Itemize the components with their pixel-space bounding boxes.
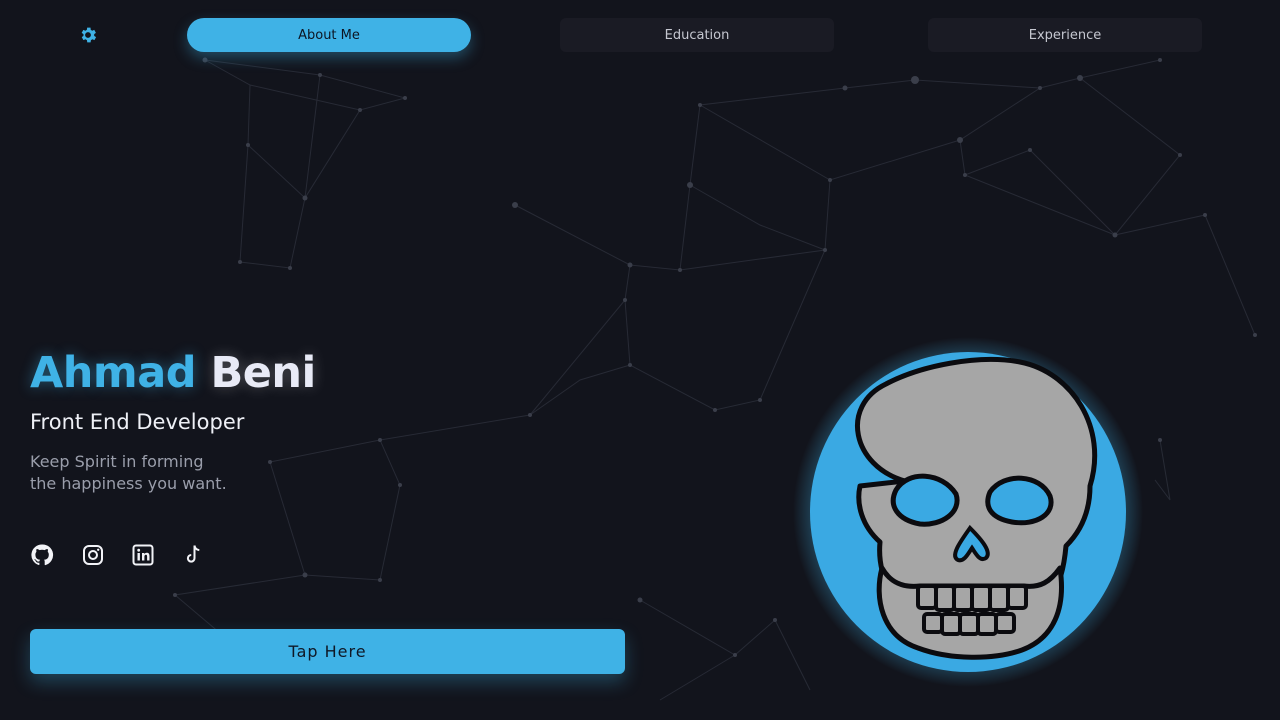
hero-name: Ahmad Beni xyxy=(30,348,316,398)
tiktok-icon[interactable] xyxy=(181,543,205,567)
github-icon[interactable] xyxy=(30,543,54,567)
tagline-line-1: Keep Spirit in forming xyxy=(30,452,204,471)
skull-icon xyxy=(793,337,1143,687)
gear-icon xyxy=(81,27,97,43)
job-title: Front End Developer xyxy=(30,410,245,434)
first-name: Ahmad xyxy=(30,348,197,398)
settings-gear-icon[interactable] xyxy=(76,23,100,47)
tab-experience[interactable]: Experience xyxy=(928,18,1202,52)
instagram-icon[interactable] xyxy=(81,543,105,567)
tagline-line-2: the happiness you want. xyxy=(30,474,227,493)
tap-here-button[interactable]: Tap Here xyxy=(30,629,625,674)
tagline: Keep Spirit in forming the happiness you… xyxy=(30,451,330,495)
last-name: Beni xyxy=(210,348,316,398)
linkedin-icon[interactable] xyxy=(131,543,155,567)
page: About Me Education Experience Ahmad Beni… xyxy=(0,0,1280,720)
tab-education[interactable]: Education xyxy=(560,18,834,52)
tab-about-me[interactable]: About Me xyxy=(187,18,471,52)
